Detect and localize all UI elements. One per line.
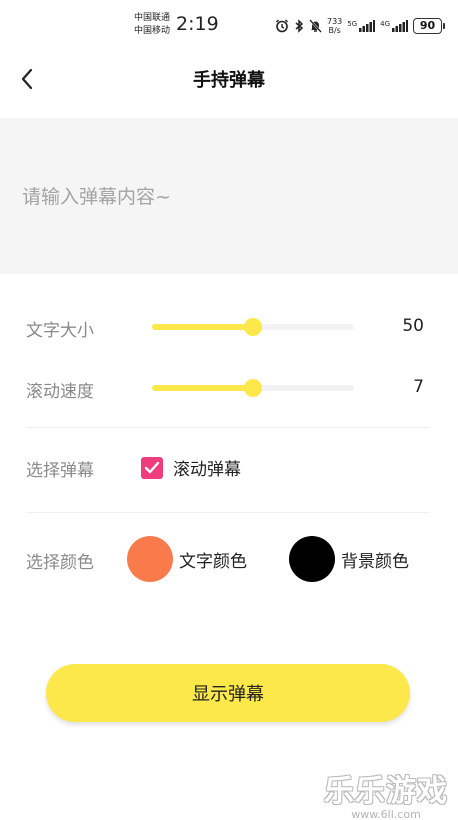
watermark: 乐乐游戏 www.6ll.com [322, 766, 450, 820]
status-icons: 733 B/s 5G 4G 90 [275, 16, 446, 36]
text-color-swatch[interactable] [127, 536, 173, 582]
divider [26, 512, 430, 513]
signal-4g: 4G [380, 20, 409, 32]
signal-5g-label: 5G [347, 20, 358, 28]
color-label: 选择颜色 [26, 553, 94, 573]
net-speed-value: 733 [327, 17, 343, 26]
divider [26, 427, 430, 428]
danmaku-input[interactable] [22, 180, 442, 214]
alarm-icon [275, 19, 289, 33]
show-danmaku-button[interactable]: 显示弹幕 [46, 664, 410, 722]
signal-4g-label: 4G [380, 20, 391, 28]
signal-icon [359, 20, 376, 32]
scroll-speed-slider[interactable] [152, 377, 354, 399]
slider-thumb[interactable] [244, 318, 262, 336]
net-speed-unit: B/s [328, 26, 341, 35]
mute-icon [309, 19, 322, 33]
bluetooth-icon [295, 19, 304, 33]
signal-5g: 5G [347, 20, 376, 32]
checkbox-box[interactable] [141, 456, 163, 479]
slider-thumb[interactable] [244, 379, 262, 397]
bg-color-label: 背景颜色 [341, 551, 409, 572]
battery-level: 90 [413, 18, 443, 34]
text-color-label: 文字颜色 [179, 551, 247, 572]
check-icon [144, 461, 160, 473]
carrier-2: 中国移动 [134, 26, 171, 36]
bg-color-swatch[interactable] [289, 536, 335, 582]
scroll-mode-checkbox[interactable]: 滚动弹幕 [141, 455, 241, 480]
font-size-value: 50 [402, 316, 424, 336]
scroll-mode-label: 滚动弹幕 [173, 460, 241, 480]
net-speed: 733 B/s [327, 17, 342, 35]
header: 手持弹幕 [0, 52, 458, 106]
signal-icon [392, 20, 409, 32]
carrier-info: 中国联通 中国移动 [134, 12, 170, 38]
status-bar: 中国联通 中国移动 2:19 733 B/s 5G 4G 90 [0, 0, 458, 52]
danmaku-input-area[interactable] [0, 118, 458, 274]
mode-label: 选择弹幕 [26, 461, 94, 481]
bg-color-option[interactable]: 背景颜色 [289, 536, 409, 582]
battery-icon: 90 [413, 18, 446, 34]
slider-fill [152, 324, 253, 330]
font-size-label: 文字大小 [26, 321, 94, 341]
text-color-option[interactable]: 文字颜色 [127, 536, 247, 582]
scroll-speed-value: 7 [413, 377, 424, 397]
status-time: 2:19 [176, 13, 219, 35]
battery-cap [443, 23, 446, 29]
font-size-slider[interactable] [152, 316, 354, 338]
scroll-speed-label: 滚动速度 [26, 382, 94, 402]
watermark-text: 乐乐游戏 [324, 774, 448, 809]
page-title: 手持弹幕 [193, 70, 265, 91]
carrier-1: 中国联通 [134, 13, 171, 23]
slider-fill [152, 385, 253, 391]
